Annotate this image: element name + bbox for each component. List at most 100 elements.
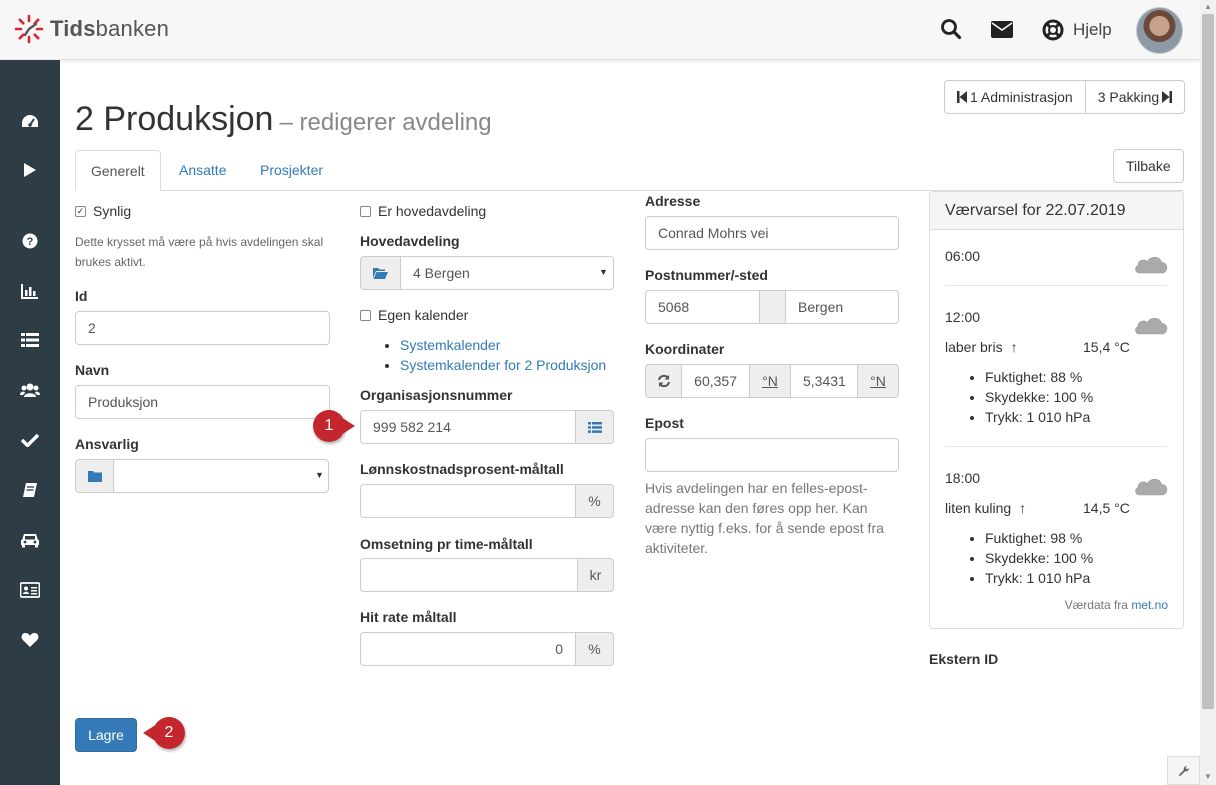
id-field[interactable]: 2 bbox=[75, 311, 330, 345]
weather-pressure: Trykk: 1 010 hPa bbox=[985, 407, 1093, 427]
check-icon[interactable] bbox=[18, 428, 42, 452]
list-icon[interactable] bbox=[18, 328, 42, 352]
callout-pointer bbox=[341, 417, 355, 435]
weather-wind-text: liten kuling bbox=[945, 500, 1012, 516]
weather-title: Værvarsel for 22.07.2019 bbox=[930, 192, 1183, 230]
refresh-coordinates-button[interactable] bbox=[645, 364, 682, 398]
cloud-icon bbox=[1135, 317, 1168, 335]
dashboard-icon[interactable] bbox=[18, 110, 42, 134]
revenue-field[interactable] bbox=[360, 558, 578, 592]
org-lookup-button[interactable] bbox=[575, 410, 614, 444]
department-pager: 1 Administrasjon 3 Pakking bbox=[944, 80, 1186, 114]
main-department-label: Hovedavdeling bbox=[360, 233, 460, 249]
logo-icon bbox=[14, 14, 44, 44]
revenue-label: Omsetning pr time-måltall bbox=[360, 536, 533, 552]
hit-rate-label: Hit rate måltall bbox=[360, 609, 457, 625]
is-main-department-label: Er hovedavdeling bbox=[378, 203, 487, 219]
latitude-field[interactable]: 60,357 bbox=[681, 364, 750, 398]
chevron-down-icon: ▼ bbox=[315, 470, 324, 480]
address-field[interactable]: Conrad Mohrs vei bbox=[645, 216, 899, 250]
prev-department-button[interactable]: 1 Administrasjon bbox=[945, 81, 1085, 113]
longitude-unit: °N bbox=[857, 364, 899, 398]
weather-humidity: Fuktighet: 88 % bbox=[985, 367, 1093, 387]
tab-generelt[interactable]: Generelt bbox=[75, 150, 161, 191]
wrench-icon bbox=[1178, 765, 1189, 776]
heart-icon[interactable] bbox=[18, 628, 42, 652]
wind-arrow-icon: ↑ bbox=[1019, 500, 1027, 516]
tab-bar: Generelt Ansatte Prosjekter bbox=[75, 150, 1184, 191]
department-calendar-link[interactable]: Systemkalender for 2 Produksjon bbox=[400, 355, 606, 375]
search-icon[interactable] bbox=[940, 18, 962, 43]
avatar[interactable] bbox=[1136, 7, 1183, 54]
page-title-text: 2 Produksjon bbox=[75, 100, 274, 138]
svg-text:?: ? bbox=[27, 236, 34, 248]
weather-wind-text: laber bris bbox=[945, 339, 1003, 355]
page-subtitle: – redigerer avdeling bbox=[279, 109, 492, 136]
wind-arrow-icon: ↑ bbox=[1010, 339, 1018, 355]
car-icon[interactable] bbox=[18, 528, 42, 552]
weather-credit: Værdata fra met.no bbox=[1065, 598, 1168, 612]
play-icon[interactable] bbox=[18, 158, 42, 182]
weather-temperature: 15,4 °C bbox=[1083, 339, 1130, 355]
weather-entry: 18:00 liten kuling ↑ 14,5 °C Fuktighet: 9… bbox=[945, 450, 1169, 590]
email-field[interactable] bbox=[645, 438, 899, 472]
scroll-thumb[interactable] bbox=[1202, 14, 1214, 709]
next-department-button[interactable]: 3 Pakking bbox=[1084, 81, 1184, 113]
back-button[interactable]: Tilbake bbox=[1113, 149, 1184, 183]
id-card-icon[interactable] bbox=[18, 578, 42, 602]
scrollbar[interactable]: ▲ ▼ bbox=[1200, 0, 1216, 785]
wage-cost-label: Lønnskostnadsprosent-måltall bbox=[360, 461, 564, 477]
responsible-folder-addon bbox=[75, 459, 114, 493]
hit-rate-field[interactable]: 0 bbox=[360, 632, 576, 666]
postal-code-field[interactable]: 5068 bbox=[645, 290, 760, 324]
visible-checkbox-box[interactable]: ✓ bbox=[75, 205, 86, 217]
weather-entry: 12:00 laber bris ↑ 15,4 °C Fuktighet: 88 … bbox=[945, 289, 1169, 449]
weather-humidity: Fuktighet: 98 % bbox=[985, 528, 1093, 548]
postal-city-field[interactable]: Bergen bbox=[785, 290, 899, 324]
main-department-select[interactable]: 4 Bergen bbox=[400, 256, 614, 290]
tab-ansatte[interactable]: Ansatte bbox=[164, 150, 241, 191]
envelope-icon[interactable] bbox=[991, 21, 1013, 41]
wage-cost-field[interactable] bbox=[360, 484, 576, 518]
weather-pressure: Trykk: 1 010 hPa bbox=[985, 568, 1093, 588]
scroll-up-arrow-icon[interactable]: ▲ bbox=[1204, 2, 1212, 11]
book-icon[interactable] bbox=[18, 478, 42, 502]
coordinates-label: Koordinater bbox=[645, 341, 725, 357]
calendar-links: Systemkalender Systemkalender for 2 Prod… bbox=[382, 335, 606, 375]
percent-addon: % bbox=[575, 632, 614, 666]
sidebar: ? bbox=[0, 60, 60, 785]
met-no-link[interactable]: met.no bbox=[1131, 598, 1168, 612]
help-link[interactable]: Hjelp bbox=[1073, 20, 1112, 40]
main-department-folder-addon bbox=[360, 256, 401, 290]
scroll-down-arrow-icon[interactable]: ▼ bbox=[1204, 772, 1212, 781]
is-main-department-checkbox-box[interactable] bbox=[360, 205, 371, 217]
is-main-department-checkbox[interactable]: Er hovedavdeling bbox=[360, 203, 486, 219]
logo[interactable]: Tidsbanken bbox=[14, 14, 169, 44]
weather-cloud-cover: Skydekke: 100 % bbox=[985, 387, 1093, 407]
callout-number: 2 bbox=[153, 717, 185, 749]
own-calendar-checkbox-box[interactable] bbox=[360, 309, 371, 321]
bar-chart-icon[interactable] bbox=[18, 279, 42, 303]
wrench-button[interactable] bbox=[1167, 756, 1200, 785]
own-calendar-checkbox[interactable]: Egen kalender bbox=[360, 307, 468, 323]
name-label: Navn bbox=[75, 362, 110, 378]
cloud-icon bbox=[1135, 256, 1168, 274]
email-label: Epost bbox=[645, 415, 684, 431]
system-calendar-link[interactable]: Systemkalender bbox=[400, 335, 606, 355]
org-number-field[interactable]: 999 582 214 bbox=[360, 410, 576, 444]
users-icon[interactable] bbox=[18, 378, 42, 402]
question-icon[interactable]: ? bbox=[18, 229, 42, 253]
weather-wind: liten kuling ↑ bbox=[945, 500, 1026, 516]
tab-prosjekter[interactable]: Prosjekter bbox=[245, 150, 338, 191]
lifebuoy-icon[interactable] bbox=[1042, 19, 1064, 44]
visible-checkbox[interactable]: ✓ Synlig bbox=[75, 203, 131, 219]
weather-details: Fuktighet: 88 % Skydekke: 100 % Trykk: 1… bbox=[985, 367, 1093, 427]
percent-addon: % bbox=[575, 484, 614, 518]
own-calendar-label: Egen kalender bbox=[378, 307, 469, 323]
longitude-field[interactable]: 5,3431 bbox=[790, 364, 858, 398]
latitude-unit: °N bbox=[749, 364, 791, 398]
responsible-select[interactable] bbox=[113, 459, 329, 493]
name-field[interactable]: Produksjon bbox=[75, 385, 330, 419]
step-forward-icon bbox=[1162, 91, 1173, 103]
save-button[interactable]: Lagre bbox=[75, 718, 137, 752]
